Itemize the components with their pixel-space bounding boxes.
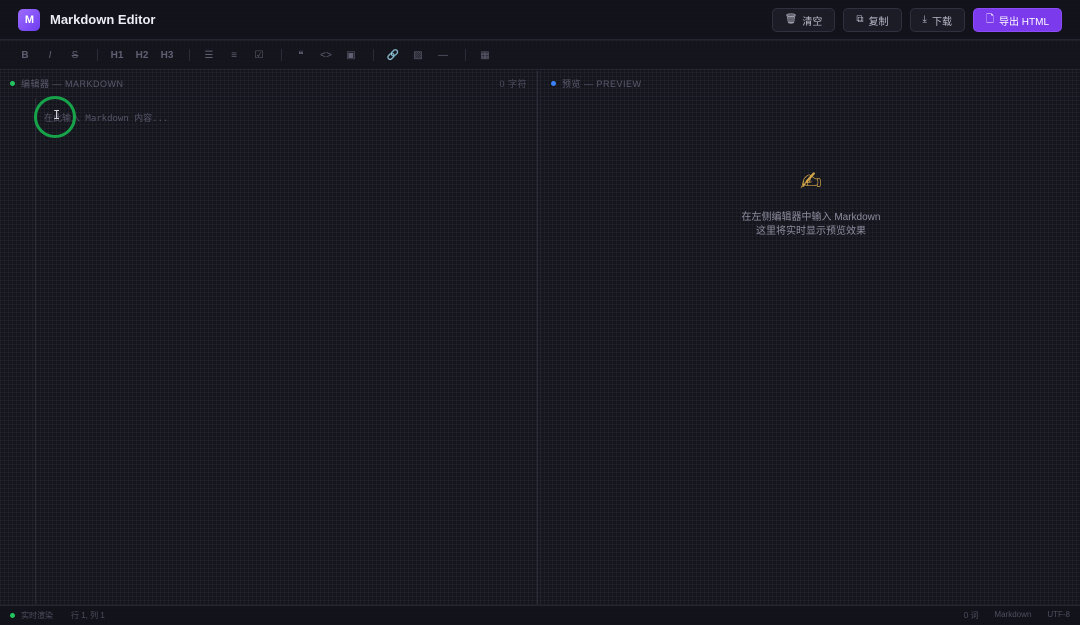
heading2-button[interactable]: H2	[131, 45, 153, 65]
inline-code-icon[interactable]: <>	[315, 45, 337, 65]
render-status: 实时渲染	[21, 611, 53, 620]
empty-state-line-1: 在左侧编辑器中输入 Markdown	[741, 212, 881, 223]
editor-pane: 编辑器 — MARKDOWN 0 字符 I	[0, 71, 538, 604]
empty-state-line-2: 这里将实时显示预览效果	[756, 226, 866, 237]
clear-button-label: 清空	[802, 16, 823, 28]
copy-icon: ⧉	[856, 14, 864, 25]
file-encoding: UTF-8	[1047, 610, 1070, 619]
cursor-position: 行 1, 列 1	[71, 611, 105, 620]
preview-pane: 预览 — PREVIEW ✍ 在左侧编辑器中输入 Markdown 这里将实时显…	[540, 71, 1080, 604]
link-icon[interactable]: 🔗	[382, 45, 404, 65]
italic-button[interactable]: I	[39, 45, 61, 65]
download-icon: ⤓	[922, 14, 927, 25]
task-list-icon[interactable]: ☑	[248, 45, 270, 65]
preview-pane-title: 预览 — PREVIEW	[562, 79, 642, 89]
file-icon: 🗋	[985, 14, 994, 25]
download-button-label: 下载	[931, 16, 952, 28]
line-number-gutter	[0, 98, 36, 604]
numbered-list-icon[interactable]: ≡	[223, 45, 245, 65]
writing-hand-icon: ✍	[800, 166, 822, 196]
quote-icon[interactable]: ❝	[290, 45, 312, 65]
word-count: 0 词	[963, 611, 979, 620]
app-title: Markdown Editor	[50, 12, 156, 27]
export-html-button-label: 导出 HTML	[999, 16, 1049, 28]
app-header: M Markdown Editor 🗑 清空 ⧉ 复制 ⤓ 下载 🗋 导出 HT…	[0, 0, 1080, 40]
toolbar-divider	[189, 49, 190, 61]
copy-button-label: 复制	[868, 16, 889, 28]
preview-empty-state: ✍ 在左侧编辑器中输入 Markdown 这里将实时显示预览效果	[541, 166, 1080, 239]
toolbar-divider	[465, 49, 466, 61]
file-format: Markdown	[994, 610, 1032, 619]
table-icon[interactable]: ▦	[474, 45, 496, 65]
clear-button[interactable]: 🗑 清空	[771, 8, 836, 32]
char-count: 0 字符	[499, 79, 527, 89]
bullet-list-icon[interactable]: ☰	[198, 45, 220, 65]
header-actions: 🗑 清空 ⧉ 复制 ⤓ 下载 🗋 导出 HTML	[771, 8, 1062, 32]
preview-pane-header: 预览 — PREVIEW	[541, 71, 1080, 97]
heading3-button[interactable]: H3	[156, 45, 178, 65]
editor-pane-header: 编辑器 — MARKDOWN 0 字符	[0, 71, 537, 97]
heading1-button[interactable]: H1	[106, 45, 128, 65]
app-window: M Markdown Editor 🗑 清空 ⧉ 复制 ⤓ 下载 🗋 导出 HT…	[0, 0, 1080, 625]
horizontal-rule-icon[interactable]: —	[432, 45, 454, 65]
toolbar-divider	[373, 49, 374, 61]
status-bar: 实时渲染 行 1, 列 1 0 词 Markdown UTF-8	[0, 605, 1080, 625]
export-html-button[interactable]: 🗋 导出 HTML	[972, 8, 1062, 32]
strikethrough-button[interactable]: S	[64, 45, 86, 65]
editor-pane-title: 编辑器 — MARKDOWN	[21, 79, 124, 89]
text-cursor-icon: I	[53, 108, 61, 122]
preview-status-dot	[551, 81, 556, 86]
code-block-icon[interactable]: ▣	[340, 45, 362, 65]
markdown-input[interactable]	[44, 109, 524, 129]
bold-button[interactable]: B	[14, 45, 36, 65]
app-logo: M	[18, 8, 40, 31]
download-button[interactable]: ⤓ 下载	[909, 8, 965, 32]
render-status-dot	[10, 613, 15, 618]
toolbar-divider	[281, 49, 282, 61]
editor-status-dot	[10, 81, 15, 86]
copy-button[interactable]: ⧉ 复制	[843, 8, 902, 32]
toolbar-divider	[97, 49, 98, 61]
trash-icon: 🗑	[784, 14, 798, 25]
format-toolbar: B I S H1 H2 H3 ☰ ≡ ☑ ❝ <> ▣ 🔗 ▨ — ▦	[0, 41, 1080, 70]
image-icon[interactable]: ▨	[407, 45, 429, 65]
status-right: 0 词 Markdown UTF-8	[964, 610, 1070, 621]
